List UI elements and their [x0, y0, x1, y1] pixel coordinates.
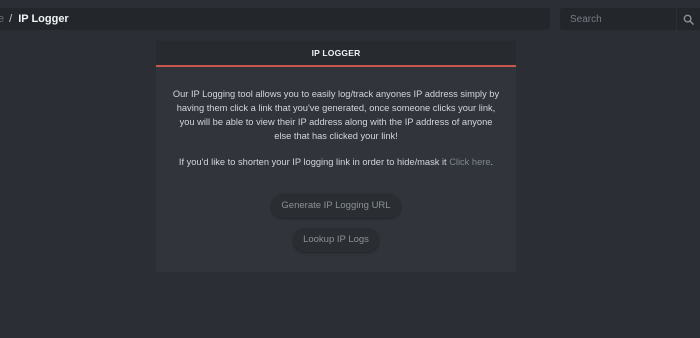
breadcrumb-separator: /	[9, 13, 13, 25]
breadcrumb: e / IP Logger	[0, 8, 550, 30]
search-button[interactable]	[677, 8, 700, 30]
panel-header: IP LOGGER	[156, 41, 516, 67]
panel-title: IP LOGGER	[311, 48, 361, 58]
shorten-suffix: .	[490, 157, 494, 167]
top-bar: e / IP Logger	[0, 0, 700, 40]
panel-description: Our IP Logging tool allows you to easily…	[172, 89, 500, 141]
breadcrumb-current: IP Logger	[18, 13, 69, 25]
search-box	[560, 8, 676, 30]
shorten-click-here-link[interactable]: Click here	[449, 157, 490, 167]
generate-ip-logging-url-button[interactable]: Generate IP Logging URL	[271, 194, 401, 218]
search-icon	[683, 14, 694, 25]
shorten-link-text: If you'd like to shorten your IP logging…	[170, 155, 502, 169]
panel-body: Our IP Logging tool allows you to easily…	[156, 67, 516, 252]
search-input[interactable]	[560, 13, 676, 25]
shorten-prefix: If you'd like to shorten your IP logging…	[178, 157, 450, 167]
breadcrumb-home[interactable]: e	[0, 13, 4, 25]
ip-logger-panel: IP LOGGER Our IP Logging tool allows you…	[156, 41, 516, 272]
lookup-ip-logs-button[interactable]: Lookup IP Logs	[293, 228, 379, 252]
